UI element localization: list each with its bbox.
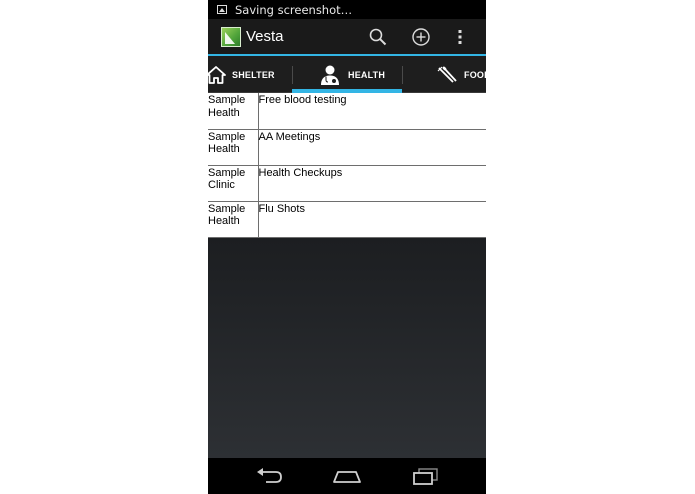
tab-food-label: FOOD [464,69,486,80]
table-row[interactable]: Sample Health Flu Shots [208,200,486,238]
service-cell: AA Meetings [257,128,486,166]
org-cell: Sample Health [208,200,259,238]
tab-health-label: HEALTH [348,69,386,80]
tab-divider [292,66,293,84]
search-icon[interactable] [368,27,388,47]
app-title: Vesta [246,28,284,45]
service-cell: Health Checkups [257,164,486,202]
image-icon [217,5,227,14]
phone-screen: Saving screenshot… Vesta SHELTER HEALTH … [208,0,486,494]
tab-bar: SHELTER HEALTH FOO [208,56,486,93]
home-icon[interactable] [332,466,362,486]
tab-food[interactable]: FOOD [436,56,486,93]
home-icon [208,65,226,85]
doctor-icon [320,64,340,86]
services-table: Sample Health Free blood testing Sample … [208,93,486,238]
add-icon[interactable] [411,27,431,47]
vesta-logo-icon[interactable] [221,27,241,47]
status-bar: Saving screenshot… [208,0,486,19]
table-row[interactable]: Sample Health Free blood testing [208,93,486,130]
tab-shelter-label: SHELTER [232,69,275,80]
navigation-bar [208,458,486,494]
status-notification-text: Saving screenshot… [235,2,353,17]
content-area: Sample Health Free blood testing Sample … [208,93,486,458]
org-cell: Sample Health [208,128,259,166]
tab-divider [402,66,403,84]
org-cell: Sample Clinic [208,164,259,202]
back-icon[interactable] [254,466,284,486]
table-row[interactable]: Sample Health AA Meetings [208,128,486,166]
service-cell: Free blood testing [257,93,486,130]
org-cell: Sample Health [208,93,259,130]
table-row[interactable]: Sample Clinic Health Checkups [208,164,486,202]
overflow-menu-icon[interactable] [455,27,465,47]
action-bar: Vesta [208,19,486,56]
tab-health[interactable]: HEALTH [320,56,385,93]
tab-shelter[interactable]: SHELTER [208,56,275,93]
utensils-icon [436,65,458,85]
service-cell: Flu Shots [257,200,486,238]
recent-apps-icon[interactable] [410,466,440,486]
